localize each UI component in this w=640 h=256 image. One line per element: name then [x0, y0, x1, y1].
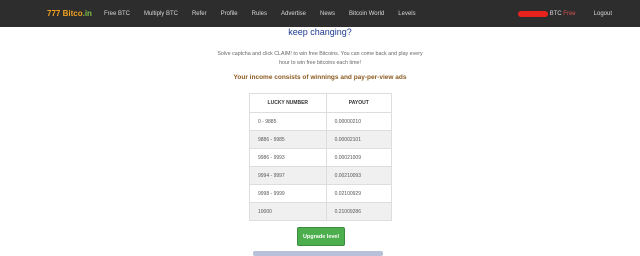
lucky-range: 0 - 9885 — [249, 112, 327, 131]
nav-link-free-btc[interactable]: Free BTC — [104, 11, 130, 17]
lucky-range: 9994 - 9997 — [249, 166, 327, 185]
logo-tld: .in — [82, 9, 92, 18]
lucky-range: 10000 — [249, 202, 327, 221]
page-headline: keep changing? — [288, 27, 352, 37]
nav-link-rules[interactable]: Rules — [252, 11, 267, 17]
upgrade-level-button[interactable]: Upgrade level — [297, 227, 345, 246]
logo-name: Bitco — [62, 9, 83, 18]
site-logo[interactable]: 777 Bitco.in — [47, 9, 92, 18]
redacted-balance — [517, 10, 548, 17]
payout-table: LUCKY NUMBER PAYOUT 0 - 9885 0.00000210 … — [249, 93, 393, 221]
payout-value: 0.00000210 — [325, 112, 393, 131]
lucky-range: 9986 - 9993 — [249, 148, 327, 167]
free-label: Free — [563, 10, 576, 17]
logout-link[interactable]: Logout — [594, 11, 612, 17]
payout-value: 0.00002101 — [325, 130, 393, 149]
table-row: 0 - 9885 0.00000210 — [249, 112, 393, 131]
btc-balance[interactable]: BTC Free — [550, 11, 576, 17]
nav-link-levels[interactable]: Levels — [398, 11, 415, 17]
nav-link-bitcoin-world[interactable]: Bitcoin World — [349, 11, 384, 17]
nav-link-news[interactable]: News — [320, 11, 335, 17]
top-navbar: 777 Bitco.in Free BTC Multiply BTC Refer… — [0, 0, 640, 27]
cut-off-heading — [253, 251, 383, 256]
income-note: Your income consists of winnings and pay… — [233, 74, 407, 81]
intro-text: Solve captcha and click CLAIM! to win fr… — [217, 51, 423, 66]
nav-link-profile[interactable]: Profile — [221, 11, 238, 17]
nav-link-advertise[interactable]: Advertise — [281, 11, 306, 17]
table-row: 10000 0.21009286 — [249, 202, 393, 221]
btc-label: BTC — [549, 10, 562, 17]
table-row: 9986 - 9993 0.00021009 — [249, 148, 393, 167]
table-row: 9998 - 9999 0.02100929 — [249, 184, 393, 203]
payout-value: 0.00021009 — [325, 148, 393, 167]
header-payout: PAYOUT — [325, 93, 393, 113]
payout-value: 0.02100929 — [325, 184, 393, 203]
nav-link-refer[interactable]: Refer — [192, 11, 207, 17]
nav-links: Free BTC Multiply BTC Refer Profile Rule… — [104, 11, 430, 17]
payout-value: 0.21009286 — [325, 202, 393, 221]
payout-value: 0.00210093 — [325, 166, 393, 185]
lucky-range: 9998 - 9999 — [249, 184, 327, 203]
table-header-row: LUCKY NUMBER PAYOUT — [249, 93, 393, 113]
table-row: 9994 - 9997 0.00210093 — [249, 166, 393, 185]
header-lucky-number: LUCKY NUMBER — [249, 93, 327, 113]
nav-right: BTC Free Logout — [517, 0, 612, 27]
lucky-range: 9886 - 9985 — [249, 130, 327, 149]
logo-number: 777 — [47, 9, 61, 18]
nav-link-multiply-btc[interactable]: Multiply BTC — [144, 11, 178, 17]
table-row: 9886 - 9985 0.00002101 — [249, 130, 393, 149]
